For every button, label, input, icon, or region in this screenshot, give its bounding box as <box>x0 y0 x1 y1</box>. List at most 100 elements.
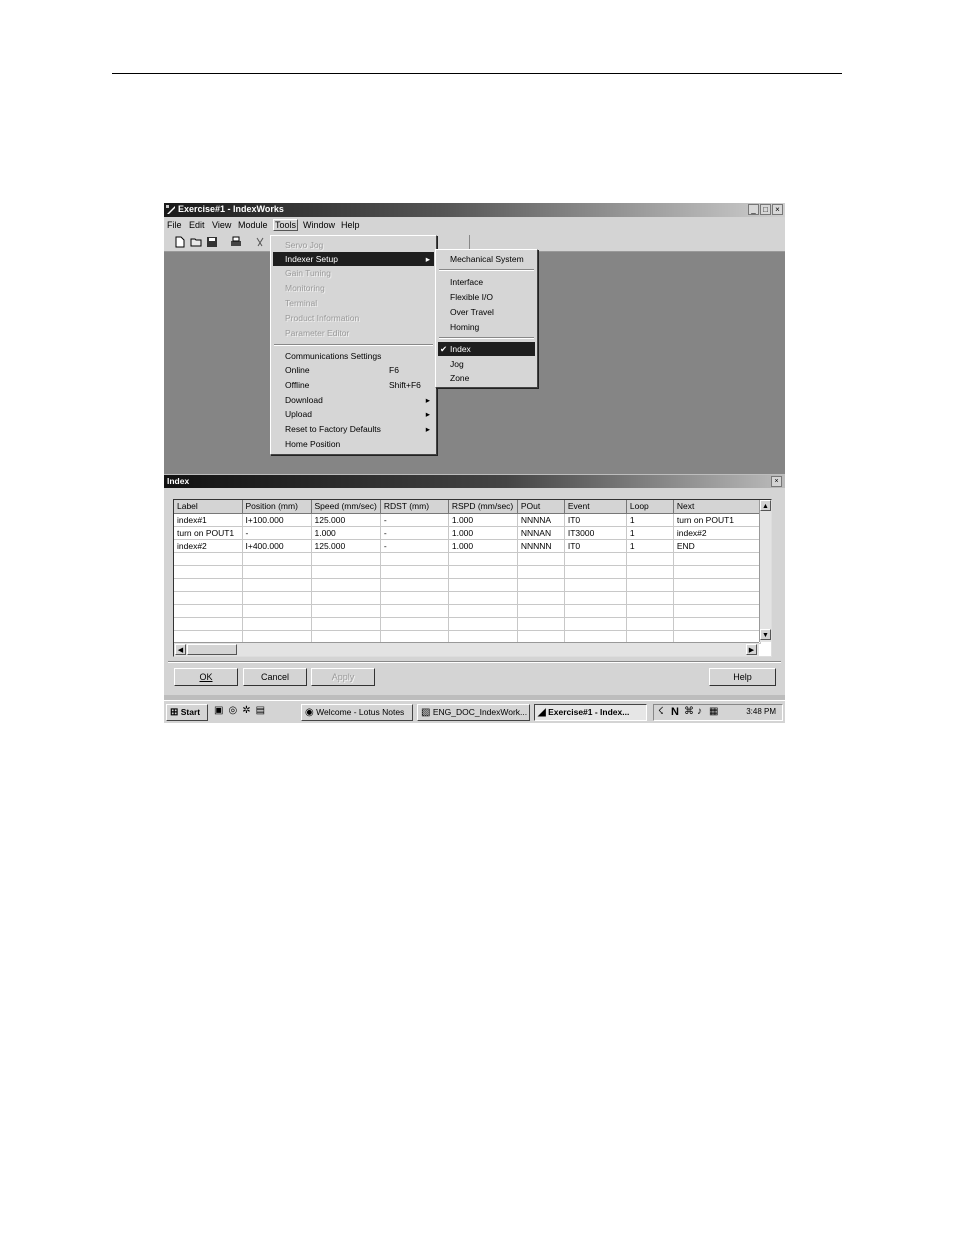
browser-icon[interactable]: ◎ <box>228 705 237 716</box>
task-exercise-indexworks[interactable]: ◢ Exercise#1 - Index... <box>534 704 647 721</box>
task-eng-doc[interactable]: ▧ ENG_DOC_IndexWork... <box>417 704 530 721</box>
start-button[interactable]: ⊞ Start <box>166 704 208 721</box>
table-row-empty[interactable] <box>174 617 761 631</box>
submenu-item-over-travel[interactable]: Over Travel <box>438 305 535 319</box>
menu-item-home-position[interactable]: Home Position <box>273 437 434 451</box>
table-row-empty[interactable] <box>174 578 761 592</box>
submenu-item-flexible-io[interactable]: Flexible I/O <box>438 290 535 304</box>
table-row[interactable]: turn on POUT1 - 1.000 - 1.000 NNNAN IT30… <box>174 526 761 540</box>
table-cell[interactable]: 1.000 <box>448 526 518 540</box>
table-cell[interactable]: 1 <box>626 539 674 553</box>
tray-app-icon[interactable]: ⌘ <box>684 706 694 717</box>
submenu-item-zone[interactable]: Zone <box>438 371 535 385</box>
table-cell[interactable]: turn on POUT1 <box>673 513 761 527</box>
table-cell[interactable]: - <box>380 539 449 553</box>
horizontal-scrollbar[interactable]: ◀ ▶ <box>174 642 759 656</box>
ok-button[interactable]: OK <box>174 668 238 686</box>
column-header-event[interactable]: Event <box>564 500 627 514</box>
table-cell[interactable]: 1.000 <box>311 526 381 540</box>
column-header-position[interactable]: Position (mm) <box>242 500 312 514</box>
network-icon[interactable]: ☇ <box>658 706 664 717</box>
table-cell[interactable]: index#1 <box>174 513 243 527</box>
menu-item-monitoring[interactable]: Monitoring <box>273 281 434 295</box>
dialog-close-icon[interactable]: × <box>771 476 782 487</box>
column-header-label[interactable]: Label <box>174 500 243 514</box>
table-row-empty[interactable] <box>174 604 761 618</box>
menu-window[interactable]: Window <box>303 220 335 230</box>
menu-item-communications-settings[interactable]: Communications Settings <box>273 349 434 363</box>
menu-item-reset-factory-defaults[interactable]: Reset to Factory Defaults ▸ <box>273 422 434 436</box>
submenu-item-interface[interactable]: Interface <box>438 275 535 289</box>
desktop-icon[interactable]: ▣ <box>214 705 223 716</box>
dialog-title-bar[interactable]: Index × <box>164 475 785 488</box>
table-cell[interactable]: I+100.000 <box>242 513 312 527</box>
window-title-bar[interactable]: Exercise#1 - IndexWorks _ □ × <box>164 203 785 217</box>
column-header-speed[interactable]: Speed (mm/sec) <box>311 500 381 514</box>
table-cell[interactable]: I+400.000 <box>242 539 312 553</box>
table-cell[interactable]: 1 <box>626 513 674 527</box>
close-button[interactable]: × <box>772 204 783 215</box>
menu-item-upload[interactable]: Upload ▸ <box>273 407 434 421</box>
scroll-down-icon[interactable]: ▼ <box>760 629 771 640</box>
column-header-rspd[interactable]: RSPD (mm/sec) <box>448 500 518 514</box>
volume-icon[interactable]: ♪ <box>697 706 702 717</box>
new-file-icon[interactable] <box>174 236 186 248</box>
maximize-button[interactable]: □ <box>760 204 771 215</box>
apply-button[interactable]: Apply <box>311 668 375 686</box>
minimize-button[interactable]: _ <box>748 204 759 215</box>
table-cell[interactable]: 1.000 <box>448 513 518 527</box>
menu-view[interactable]: View <box>212 220 231 230</box>
vertical-scrollbar[interactable]: ▲ ▼ <box>759 500 771 642</box>
table-cell[interactable]: 1 <box>626 526 674 540</box>
menu-file[interactable]: File <box>167 220 182 230</box>
table-cell[interactable]: END <box>673 539 761 553</box>
table-cell[interactable]: 1.000 <box>448 539 518 553</box>
table-cell[interactable]: - <box>380 513 449 527</box>
column-header-loop[interactable]: Loop <box>626 500 674 514</box>
scroll-left-icon[interactable]: ◀ <box>175 644 186 655</box>
task-lotus-notes[interactable]: ◉ Welcome - Lotus Notes <box>301 704 413 721</box>
table-row-empty[interactable] <box>174 552 761 566</box>
submenu-item-homing[interactable]: Homing <box>438 320 535 334</box>
column-header-next[interactable]: Next <box>673 500 761 514</box>
cut-icon[interactable] <box>254 236 266 248</box>
print-icon[interactable] <box>230 236 242 248</box>
menu-edit[interactable]: Edit <box>189 220 205 230</box>
table-row-empty[interactable] <box>174 565 761 579</box>
scroll-up-icon[interactable]: ▲ <box>760 500 771 511</box>
table-cell[interactable]: index#2 <box>673 526 761 540</box>
table-cell[interactable]: 125.000 <box>311 513 381 527</box>
menu-item-product-information[interactable]: Product Information <box>273 311 434 325</box>
menu-item-terminal[interactable]: Terminal <box>273 296 434 310</box>
menu-item-offline[interactable]: Offline Shift+F6 <box>273 378 434 392</box>
menu-tools[interactable]: Tools <box>273 219 299 231</box>
table-cell[interactable]: NNNAN <box>517 526 565 540</box>
table-row-empty[interactable] <box>174 591 761 605</box>
table-cell[interactable]: - <box>380 526 449 540</box>
table-cell[interactable]: NNNNA <box>517 513 565 527</box>
submenu-item-mechanical-system[interactable]: Mechanical System <box>438 252 535 266</box>
submenu-item-jog[interactable]: Jog <box>438 357 535 371</box>
menu-item-parameter-editor[interactable]: Parameter Editor <box>273 326 434 340</box>
table-cell[interactable]: 125.000 <box>311 539 381 553</box>
save-icon[interactable] <box>206 236 218 248</box>
menu-item-download[interactable]: Download ▸ <box>273 393 434 407</box>
table-cell[interactable]: IT0 <box>564 539 627 553</box>
table-cell[interactable]: turn on POUT1 <box>174 526 243 540</box>
column-header-pout[interactable]: POut <box>517 500 565 514</box>
tray-n-icon[interactable]: N <box>671 706 679 718</box>
menu-item-gain-tuning[interactable]: Gain Tuning <box>273 266 434 280</box>
horizontal-scroll-thumb[interactable] <box>187 644 237 655</box>
open-folder-icon[interactable] <box>190 236 202 248</box>
document-icon[interactable]: ▤ <box>256 705 265 716</box>
table-cell[interactable]: index#2 <box>174 539 243 553</box>
menu-module[interactable]: Module <box>238 220 268 230</box>
table-cell[interactable]: IT3000 <box>564 526 627 540</box>
table-cell[interactable]: NNNNN <box>517 539 565 553</box>
table-row[interactable]: index#2 I+400.000 125.000 - 1.000 NNNNN … <box>174 539 761 553</box>
clock[interactable]: 3:48 PM <box>746 707 776 716</box>
table-row[interactable]: index#1 I+100.000 125.000 - 1.000 NNNNA … <box>174 513 761 527</box>
cancel-button[interactable]: Cancel <box>243 668 307 686</box>
settings-icon[interactable]: ✲ <box>242 705 250 716</box>
submenu-item-index[interactable]: ✔ Index <box>438 342 535 356</box>
